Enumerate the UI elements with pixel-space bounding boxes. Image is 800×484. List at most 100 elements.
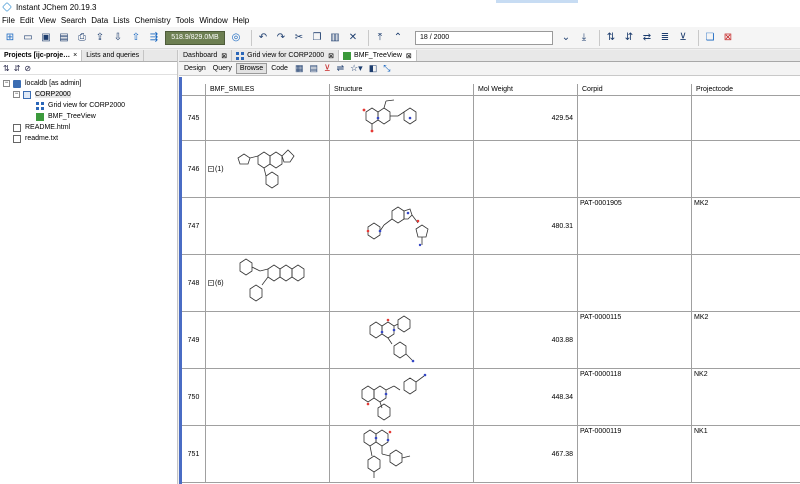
close-window-icon[interactable]: ⊠ bbox=[721, 31, 735, 45]
corpid-cell[interactable]: PAT-0000119 bbox=[578, 426, 692, 483]
structure-cell[interactable] bbox=[330, 369, 474, 426]
open-icon[interactable]: ▣ bbox=[39, 31, 53, 45]
menu-file[interactable]: File bbox=[2, 16, 15, 25]
smiles-cell[interactable] bbox=[206, 312, 330, 369]
delete-icon[interactable]: ✕ bbox=[346, 31, 360, 45]
smiles-count-tag[interactable]: − (6) bbox=[208, 280, 224, 287]
paste-icon[interactable]: ▥ bbox=[328, 31, 342, 45]
smiles-cell[interactable]: − (6) bbox=[206, 255, 330, 312]
filter-icon[interactable]: ⊻ bbox=[676, 31, 690, 45]
menu-search[interactable]: Search bbox=[61, 16, 86, 25]
next-record-icon[interactable]: ⌄ bbox=[559, 31, 573, 45]
cut-icon[interactable]: ✂ bbox=[292, 31, 306, 45]
projectcode-cell[interactable]: MK2 bbox=[692, 312, 800, 369]
menu-chemistry[interactable]: Chemistry bbox=[135, 16, 171, 25]
projectcode-cell[interactable]: MK2 bbox=[692, 198, 800, 255]
tree-item-corp2000[interactable]: − CORP2000 bbox=[0, 89, 177, 100]
close-icon[interactable]: ⊠ bbox=[406, 52, 412, 60]
mol-weight-cell[interactable]: 448.34 bbox=[474, 369, 578, 426]
save-icon[interactable]: ▤ bbox=[57, 31, 71, 45]
column-header-projectcode[interactable]: Projectcode bbox=[692, 84, 800, 96]
tab-lists-and-queries[interactable]: Lists and queries bbox=[82, 50, 145, 61]
tab-grid-view[interactable]: Grid view for CORP2000 ⊠ bbox=[232, 50, 340, 61]
row-header[interactable]: 750 bbox=[182, 369, 206, 426]
menu-help[interactable]: Help bbox=[233, 16, 249, 25]
structure-cell[interactable] bbox=[330, 96, 474, 141]
tab-dashboard[interactable]: Dashboard ⊠ bbox=[179, 50, 233, 61]
print-icon[interactable]: ⎙ bbox=[75, 31, 89, 45]
open-folder-icon[interactable]: ▭ bbox=[21, 31, 35, 45]
window-icon[interactable]: ❏ bbox=[703, 31, 717, 45]
collapse-icon[interactable]: − bbox=[3, 80, 10, 87]
structure-cell[interactable] bbox=[330, 312, 474, 369]
memory-indicator[interactable]: 518.9/829.0MB bbox=[165, 30, 225, 45]
sort-options-icon[interactable]: ≣ bbox=[658, 31, 672, 45]
menu-tools[interactable]: Tools bbox=[176, 16, 195, 25]
projectcode-cell[interactable]: NK1 bbox=[692, 426, 800, 483]
menu-data[interactable]: Data bbox=[91, 16, 108, 25]
share-icon[interactable]: ⇶ bbox=[147, 31, 161, 45]
table-icon[interactable]: ▤ bbox=[309, 63, 318, 74]
row-header[interactable]: 749 bbox=[182, 312, 206, 369]
tree-item-bmf-treeview[interactable]: BMF_TreeView bbox=[0, 111, 177, 122]
sort-descending-icon[interactable]: ⇵ bbox=[622, 31, 636, 45]
refresh-icon[interactable]: ⇌ bbox=[337, 63, 345, 74]
row-header[interactable]: 748 bbox=[182, 255, 206, 312]
menu-lists[interactable]: Lists bbox=[113, 16, 129, 25]
column-header-structure[interactable]: Structure bbox=[330, 84, 474, 96]
star-icon[interactable]: ☆▾ bbox=[350, 63, 363, 74]
corpid-cell[interactable]: PAT-0000118 bbox=[578, 369, 692, 426]
structure-cell[interactable] bbox=[330, 426, 474, 483]
close-icon[interactable]: ⊠ bbox=[328, 52, 334, 60]
expand-icon[interactable]: − bbox=[208, 280, 214, 286]
tree-item-readme-html[interactable]: README.html bbox=[0, 122, 177, 133]
mol-weight-cell[interactable]: 480.31 bbox=[474, 198, 578, 255]
corpid-cell[interactable] bbox=[578, 141, 692, 198]
sort-az-icon[interactable]: ⇅ bbox=[3, 64, 10, 73]
mol-weight-cell[interactable] bbox=[474, 255, 578, 312]
widget-icon[interactable]: ◧ bbox=[369, 63, 378, 74]
smiles-cell[interactable]: − (1) bbox=[206, 141, 330, 198]
tab-projects[interactable]: Projects [ijc-proje… × bbox=[0, 50, 83, 61]
last-record-icon[interactable]: ⤓ bbox=[577, 31, 591, 45]
garbage-collect-icon[interactable]: ◎ bbox=[229, 31, 243, 45]
smiles-cell[interactable] bbox=[206, 369, 330, 426]
row-header[interactable]: 751 bbox=[182, 426, 206, 483]
copy-icon[interactable]: ❐ bbox=[310, 31, 324, 45]
corpid-cell[interactable] bbox=[578, 96, 692, 141]
resize-icon[interactable]: ⤡ bbox=[383, 63, 390, 74]
new-icon[interactable]: ⊞ bbox=[3, 31, 17, 45]
sort-ascending-icon[interactable]: ⇅ bbox=[604, 31, 618, 45]
mode-browse[interactable]: Browse bbox=[235, 63, 268, 74]
mol-weight-cell[interactable]: 429.54 bbox=[474, 96, 578, 141]
column-header-bmf-smiles[interactable]: BMF_SMILES bbox=[206, 84, 330, 96]
structure-cell[interactable] bbox=[330, 198, 474, 255]
grid-settings-icon[interactable]: ▦ bbox=[295, 63, 304, 74]
row-header[interactable]: 747 bbox=[182, 198, 206, 255]
sort-za-icon[interactable]: ⇵ bbox=[14, 64, 21, 73]
mode-query[interactable]: Query bbox=[210, 64, 235, 73]
structure-cell[interactable] bbox=[330, 255, 474, 312]
column-header-mol-weight[interactable]: Mol Weight bbox=[474, 84, 578, 96]
menu-view[interactable]: View bbox=[39, 16, 56, 25]
tree-item-readme-txt[interactable]: readme.txt bbox=[0, 133, 177, 144]
mol-weight-cell[interactable]: 403.88 bbox=[474, 312, 578, 369]
mode-design[interactable]: Design bbox=[181, 64, 209, 73]
projectcode-cell[interactable]: NK2 bbox=[692, 369, 800, 426]
remove-sort-icon[interactable]: ⊘ bbox=[24, 64, 31, 73]
smiles-cell[interactable] bbox=[206, 198, 330, 255]
projectcode-cell[interactable] bbox=[692, 255, 800, 312]
menu-window[interactable]: Window bbox=[199, 16, 227, 25]
close-icon[interactable]: × bbox=[73, 52, 77, 59]
upload-icon[interactable]: ⇧ bbox=[129, 31, 143, 45]
tree-item-localdb[interactable]: − localdb [as admin] bbox=[0, 78, 177, 89]
mol-weight-cell[interactable]: 467.38 bbox=[474, 426, 578, 483]
projectcode-cell[interactable] bbox=[692, 141, 800, 198]
smiles-cell[interactable] bbox=[206, 96, 330, 141]
first-record-icon[interactable]: ⤒ bbox=[373, 31, 387, 45]
redo-icon[interactable]: ↷ bbox=[274, 31, 288, 45]
mode-code[interactable]: Code bbox=[268, 64, 291, 73]
corpid-cell[interactable]: PAT-0000115 bbox=[578, 312, 692, 369]
previous-record-icon[interactable]: ⌃ bbox=[391, 31, 405, 45]
import-icon[interactable]: ⇩ bbox=[111, 31, 125, 45]
